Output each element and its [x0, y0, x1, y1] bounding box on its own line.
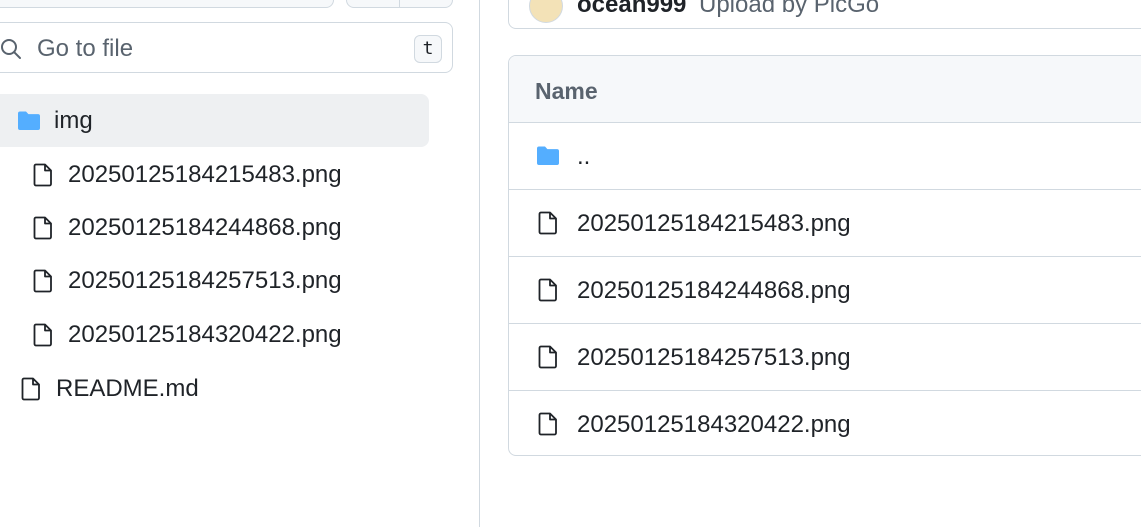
tree-item-file[interactable]: 20250125184257513.png	[30, 254, 342, 307]
file-icon	[30, 268, 56, 294]
column-header-name: Name	[535, 78, 598, 104]
tree-item-label: 20250125184320422.png	[68, 320, 342, 348]
branch-selector-button[interactable]	[0, 0, 334, 8]
file-tree-sidebar: t img 20250125184215483.png 202501251842…	[0, 0, 480, 527]
tree-item-file[interactable]: 20250125184320422.png	[30, 308, 342, 361]
row-label[interactable]: 20250125184257513.png	[577, 344, 851, 372]
file-icon	[535, 344, 561, 370]
search-button[interactable]	[399, 0, 453, 8]
folder-icon	[16, 108, 42, 134]
file-icon	[30, 322, 56, 348]
search-icon	[0, 37, 23, 61]
file-icon	[535, 411, 561, 437]
tree-item-label: 20250125184244868.png	[68, 213, 342, 241]
keyboard-shortcut-hint: t	[414, 35, 442, 63]
table-row[interactable]: 20250125184320422.png	[509, 391, 1141, 455]
row-label[interactable]: 20250125184215483.png	[577, 210, 851, 238]
row-label[interactable]: ..	[577, 143, 590, 171]
file-table: Name .. 20250125184215483.png 2025012518…	[508, 55, 1141, 456]
tree-item-folder-img[interactable]: img	[0, 94, 429, 147]
folder-icon	[535, 143, 561, 169]
table-row[interactable]: 20250125184244868.png	[509, 257, 1141, 324]
file-icon	[30, 162, 56, 188]
row-label[interactable]: 20250125184244868.png	[577, 277, 851, 305]
tree-item-file[interactable]: 20250125184244868.png	[30, 201, 342, 254]
avatar[interactable]	[529, 0, 563, 23]
search-input[interactable]	[37, 35, 377, 63]
row-label[interactable]: 20250125184320422.png	[577, 411, 851, 439]
tree-item-label: img	[54, 106, 93, 134]
file-icon	[18, 376, 44, 402]
commit-author[interactable]: ocean999	[577, 0, 686, 19]
file-icon	[30, 215, 56, 241]
tree-item-label: 20250125184215483.png	[68, 160, 342, 188]
table-row-parent-dir[interactable]: ..	[509, 123, 1141, 190]
latest-commit-bar: ocean999 Upload by PicGo	[508, 0, 1141, 29]
table-row[interactable]: 20250125184215483.png	[509, 190, 1141, 257]
tree-item-file[interactable]: 20250125184215483.png	[30, 148, 342, 201]
file-icon	[535, 210, 561, 236]
tree-item-label: README.md	[56, 374, 199, 402]
add-file-button[interactable]	[346, 0, 400, 8]
table-header: Name	[509, 56, 1141, 123]
commit-message[interactable]: Upload by PicGo	[699, 0, 879, 19]
go-to-file-search[interactable]: t	[0, 22, 453, 73]
tree-item-file-readme[interactable]: README.md	[18, 362, 199, 415]
tree-item-label: 20250125184257513.png	[68, 266, 342, 294]
table-row[interactable]: 20250125184257513.png	[509, 324, 1141, 391]
file-icon	[535, 277, 561, 303]
